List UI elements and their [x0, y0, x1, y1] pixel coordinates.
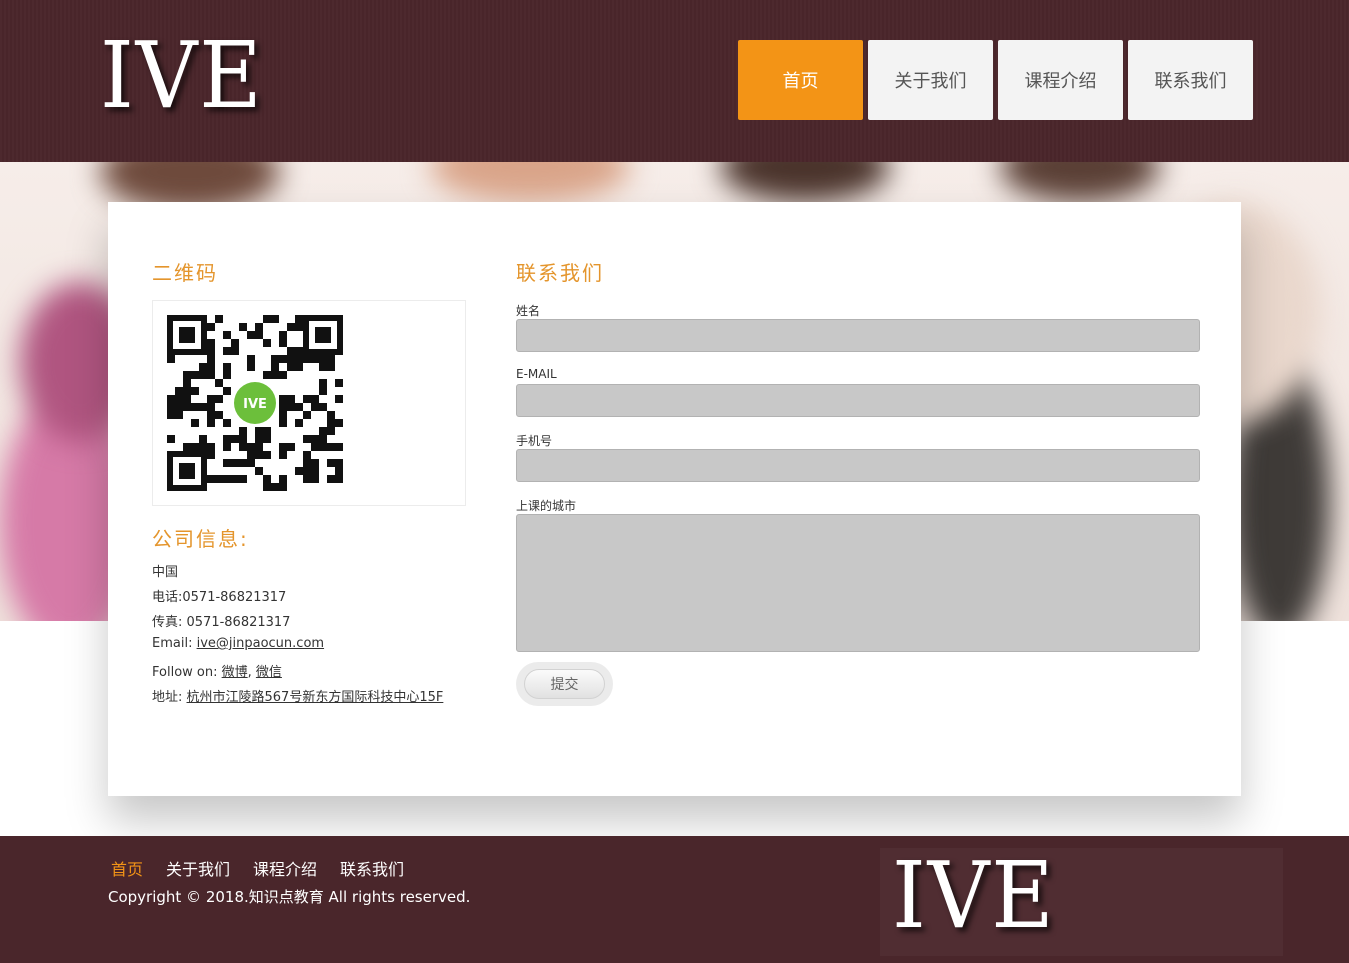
- wechat-link[interactable]: 微信: [256, 665, 282, 680]
- site-logo[interactable]: IVE: [100, 30, 264, 122]
- email-label: Email:: [152, 636, 197, 651]
- footer-nav-home[interactable]: 首页: [111, 856, 143, 880]
- phone-input[interactable]: [516, 449, 1200, 482]
- qr-code-box: IVE: [152, 300, 466, 506]
- nav-item-courses[interactable]: 课程介绍: [998, 40, 1123, 120]
- nav-item-contact[interactable]: 联系我们: [1128, 40, 1253, 120]
- submit-button[interactable]: 提交: [524, 669, 605, 699]
- address-link[interactable]: 杭州市江陵路567号新东方国际科技中心15F: [187, 690, 444, 705]
- email-input[interactable]: [516, 384, 1200, 417]
- submit-button-wrapper: 提交: [516, 662, 613, 706]
- footer-logo: IVE: [892, 842, 1056, 949]
- company-country: 中国: [152, 565, 179, 580]
- qr-code-image: IVE: [167, 315, 343, 491]
- footer-nav-about[interactable]: 关于我们: [166, 856, 230, 880]
- phone-label: 手机号: [516, 434, 553, 448]
- weibo-link[interactable]: 微博: [222, 665, 248, 680]
- company-follow-line: Follow on: 微博, 微信: [152, 661, 282, 680]
- footer-nav-courses[interactable]: 课程介绍: [253, 856, 317, 880]
- company-address-line: 地址: 杭州市江陵路567号新东方国际科技中心15F: [152, 686, 443, 705]
- content-card: 二维码 IVE 公司信息: 中国 电话:0571-86821317 传真: 05…: [108, 202, 1241, 796]
- email-link[interactable]: ive@jinpaocun.com: [197, 636, 324, 651]
- name-input[interactable]: [516, 319, 1200, 352]
- company-phone: 电话:0571-86821317: [152, 590, 287, 605]
- email-field-label: E-MAIL: [516, 367, 557, 381]
- city-label: 上课的城市: [516, 499, 577, 513]
- company-fax: 传真: 0571-86821317: [152, 615, 291, 630]
- site-footer: 首页 关于我们 课程介绍 联系我们 Copyright © 2018.知识点教育…: [0, 836, 1349, 963]
- company-info-title: 公司信息:: [152, 527, 249, 551]
- nav-item-home[interactable]: 首页: [738, 40, 863, 120]
- name-label: 姓名: [516, 304, 541, 318]
- qr-logo-text: IVE: [243, 397, 267, 412]
- qr-section-title: 二维码: [152, 261, 218, 285]
- footer-nav-contact[interactable]: 联系我们: [340, 856, 404, 880]
- copyright-text: Copyright © 2018.知识点教育 All rights reserv…: [108, 888, 471, 906]
- city-textarea[interactable]: [516, 514, 1200, 652]
- follow-label: Follow on:: [152, 665, 222, 680]
- nav-item-about[interactable]: 关于我们: [868, 40, 993, 120]
- follow-separator: ,: [247, 665, 256, 680]
- contact-form-title: 联系我们: [516, 261, 604, 285]
- address-label: 地址:: [152, 690, 187, 705]
- site-header: IVE 首页 关于我们 课程介绍 联系我们: [0, 0, 1349, 162]
- company-email-line: Email: ive@jinpaocun.com: [152, 636, 324, 651]
